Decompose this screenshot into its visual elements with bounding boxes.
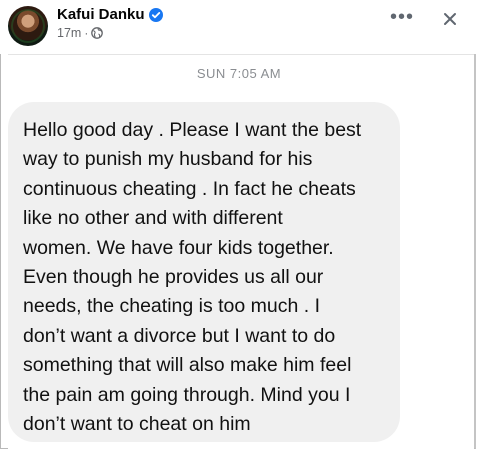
message-line: Hello good day . Please I want the best [23, 119, 362, 141]
more-options-icon[interactable]: ••• [390, 7, 414, 27]
globe-icon[interactable] [91, 27, 104, 39]
meta-separator: · [84, 26, 89, 40]
chat-timestamp: SUN 7:05 AM [196, 66, 282, 81]
message-line: don’t want to cheat on him [23, 413, 251, 436]
message-line: Even though he provides us all our [23, 266, 324, 289]
message-line: way to punish my husband for his [23, 148, 313, 171]
message-line: don’t want a divorce but I want to do [23, 324, 336, 347]
author-avatar[interactable] [8, 6, 48, 46]
post-meta: 17m · [57, 26, 104, 40]
message-line: continuous cheating . In fact he cheats [23, 177, 356, 200]
message-line: something that will also make him feel [23, 354, 352, 377]
message-line: needs, the cheating is too much . I [23, 295, 321, 318]
verified-badge-icon [148, 7, 163, 22]
close-icon[interactable] [439, 8, 461, 30]
message-line: like no other and with different [23, 207, 283, 230]
post-header: Kafui Danku 17m · ••• [0, 0, 478, 54]
message-line: the pain am going through. Mind you I [23, 383, 351, 406]
message-bubble: Hello good day . Please I want the best … [8, 102, 400, 442]
author-row: Kafui Danku [57, 6, 163, 23]
message-line: women. We have four kids together. [23, 236, 334, 259]
post-time[interactable]: 17m [57, 26, 81, 40]
author-name[interactable]: Kafui Danku [57, 6, 145, 23]
